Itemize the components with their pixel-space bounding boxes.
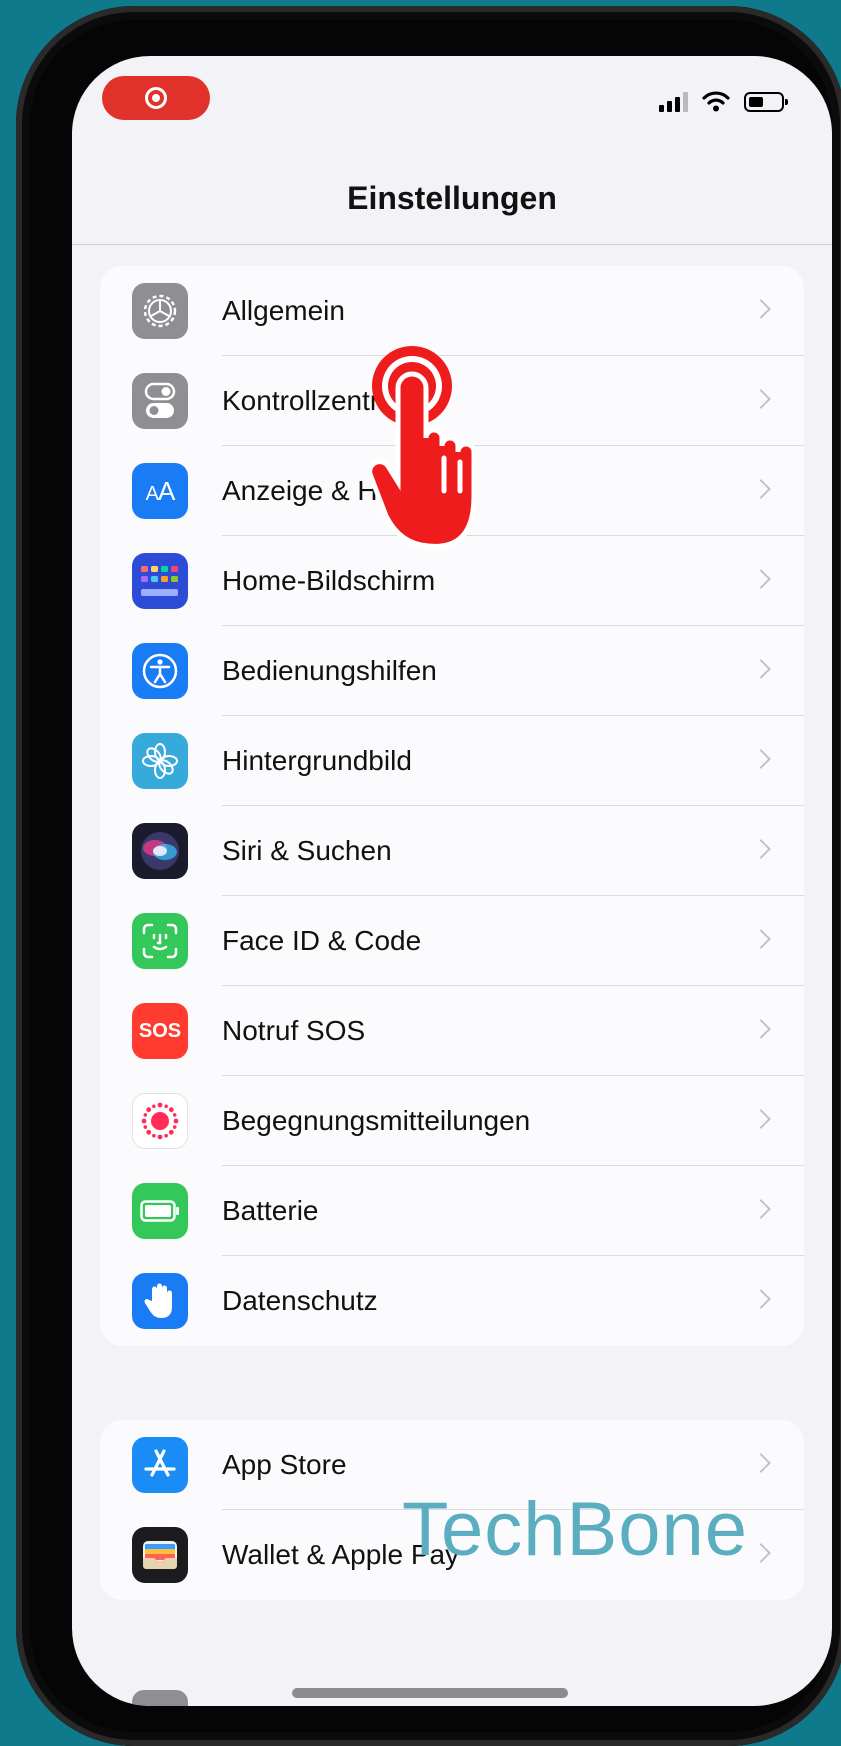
wifi-icon bbox=[702, 91, 730, 112]
row-label: Face ID & Code bbox=[222, 925, 422, 956]
settings-row-allgemein[interactable]: Allgemein bbox=[100, 266, 804, 356]
settings-row-begegnungsmitteilungen[interactable]: Begegnungsmitteilungen bbox=[100, 1076, 804, 1166]
chevron-right-icon bbox=[751, 299, 771, 319]
next-row-icon-peek bbox=[132, 1690, 188, 1706]
row-label: Hintergrundbild bbox=[222, 745, 412, 776]
app-store-icon bbox=[132, 1437, 188, 1493]
chevron-right-icon bbox=[751, 1199, 771, 1219]
watermark: TechBone bbox=[402, 1487, 749, 1572]
chevron-right-icon bbox=[751, 479, 771, 499]
row-label: Begegnungsmitteilungen bbox=[222, 1105, 531, 1136]
record-icon bbox=[145, 87, 167, 109]
row-label: Datenschutz bbox=[222, 1285, 378, 1316]
tap-hand-icon bbox=[368, 346, 477, 549]
chevron-right-icon bbox=[751, 1453, 771, 1473]
wallet-icon bbox=[132, 1527, 188, 1583]
settings-row-hintergrundbild[interactable]: Hintergrundbild bbox=[100, 716, 804, 806]
chevron-right-icon bbox=[751, 1109, 771, 1129]
face-id-icon bbox=[132, 913, 188, 969]
chevron-right-icon bbox=[751, 839, 771, 859]
chevron-right-icon bbox=[751, 569, 771, 589]
gear-icon bbox=[132, 283, 188, 339]
row-label: Bedienungshilfen bbox=[222, 655, 437, 686]
chevron-right-icon bbox=[751, 1543, 771, 1563]
nav-divider bbox=[72, 244, 832, 245]
exposure-icon bbox=[132, 1093, 188, 1149]
row-label: Batterie bbox=[222, 1195, 319, 1226]
settings-row-datenschutz[interactable]: Datenschutz bbox=[100, 1256, 804, 1346]
chevron-right-icon bbox=[751, 1289, 771, 1309]
chevron-right-icon bbox=[751, 389, 771, 409]
app-grid-icon bbox=[132, 553, 188, 609]
screen-recording-indicator[interactable] bbox=[102, 76, 210, 120]
home-indicator[interactable] bbox=[292, 1688, 568, 1698]
chevron-right-icon bbox=[751, 1019, 771, 1039]
settings-row-bedienungshilfen[interactable]: Bedienungshilfen bbox=[100, 626, 804, 716]
battery-status-icon bbox=[744, 92, 788, 112]
settings-row-siri-suchen[interactable]: Siri & Suchen bbox=[100, 806, 804, 896]
row-label: App Store bbox=[222, 1449, 347, 1480]
sos-icon: SOS bbox=[132, 1003, 188, 1059]
settings-screen: Einstellungen Allgemein Kontrollzentrum … bbox=[72, 56, 832, 1706]
text-size-icon: AA bbox=[132, 463, 188, 519]
siri-icon bbox=[132, 823, 188, 879]
phone-frame: Einstellungen Allgemein Kontrollzentrum … bbox=[16, 6, 841, 1746]
chevron-right-icon bbox=[751, 659, 771, 679]
row-label: Siri & Suchen bbox=[222, 835, 392, 866]
row-label: Notruf SOS bbox=[222, 1015, 366, 1046]
chevron-right-icon bbox=[751, 929, 771, 949]
row-label: Allgemein bbox=[222, 295, 345, 326]
status-bar bbox=[659, 90, 788, 112]
accessibility-icon bbox=[132, 643, 188, 699]
settings-row-batterie[interactable]: Batterie bbox=[100, 1166, 804, 1256]
page-title: Einstellungen bbox=[347, 180, 557, 216]
battery-icon bbox=[132, 1183, 188, 1239]
settings-row-notruf-sos[interactable]: SOS Notruf SOS bbox=[100, 986, 804, 1076]
cellular-signal-icon bbox=[659, 92, 688, 112]
row-label: Home-Bildschirm bbox=[222, 565, 436, 596]
settings-row-face-id-code[interactable]: Face ID & Code bbox=[100, 896, 804, 986]
toggles-icon bbox=[132, 373, 188, 429]
chevron-right-icon bbox=[751, 749, 771, 769]
flower-icon bbox=[132, 733, 188, 789]
hand-icon bbox=[132, 1273, 188, 1329]
